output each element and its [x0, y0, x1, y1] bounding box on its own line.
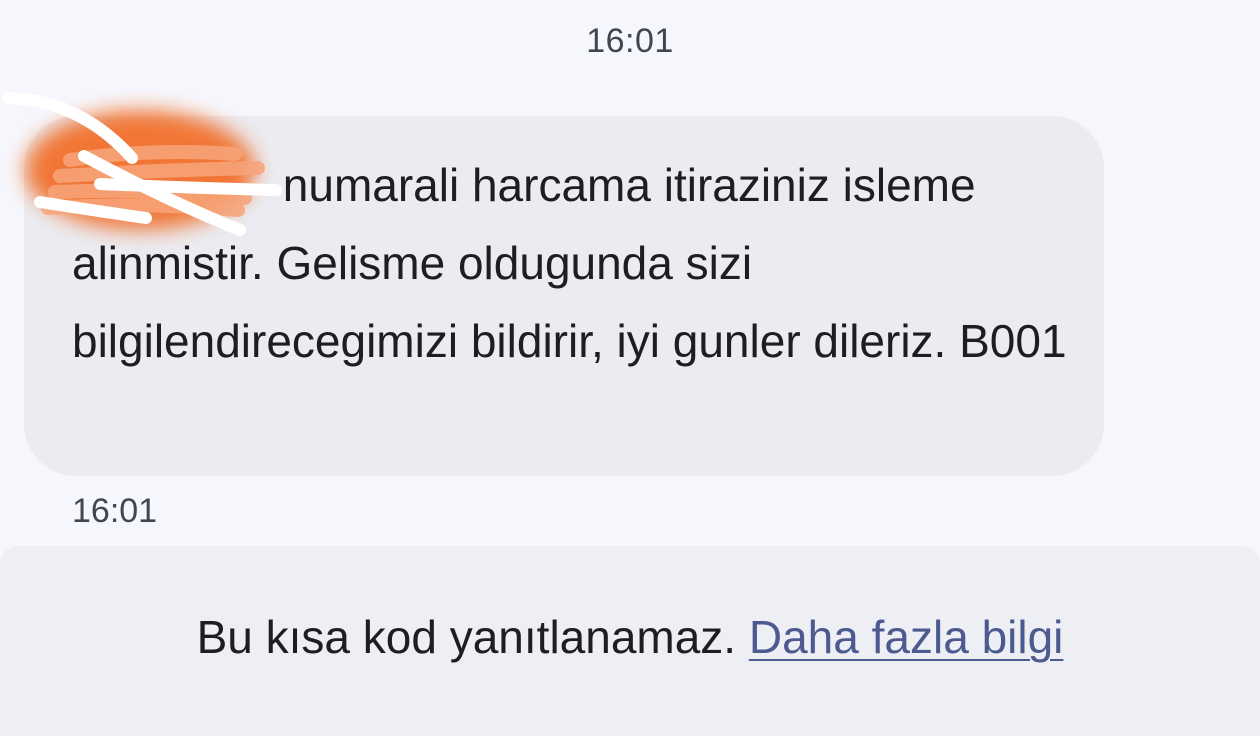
thread-timestamp: 16:01 — [586, 22, 674, 60]
more-info-link[interactable]: Daha fazla bilgi — [749, 611, 1064, 663]
notice-text: Bu kısa kod yanıtlanamaz. — [196, 611, 737, 663]
message-text: numarali harcama itiraziniz isleme alinm… — [72, 146, 1072, 380]
message-thread: 16:01 numarali harcama itiraziniz isleme… — [0, 0, 1260, 736]
redacted-number — [72, 167, 270, 207]
message-timestamp: 16:01 — [72, 492, 158, 530]
message-text-line-1: numarali harcama itiraziniz isleme — [282, 159, 976, 211]
incoming-message-bubble[interactable]: numarali harcama itiraziniz isleme alinm… — [24, 116, 1104, 476]
reply-disabled-notice: Bu kısa kod yanıtlanamaz. Daha fazla bil… — [0, 610, 1260, 664]
message-text-rest: alinmistir. Gelisme oldugunda sizi bilgi… — [72, 237, 1067, 367]
reply-disabled-panel: Bu kısa kod yanıtlanamaz. Daha fazla bil… — [0, 546, 1260, 736]
